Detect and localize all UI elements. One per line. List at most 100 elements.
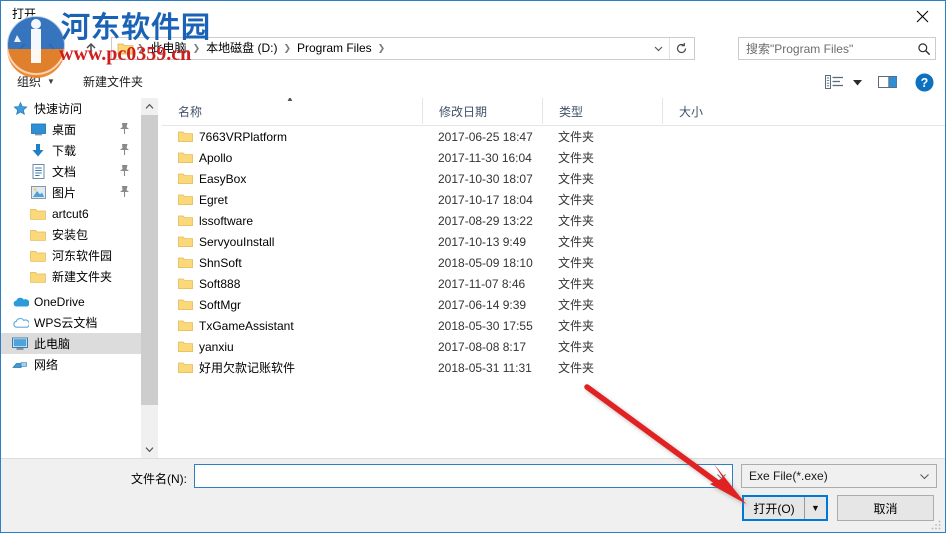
sidebar-item-label: 河东软件园	[52, 249, 113, 263]
file-name: 7663VRPlatform	[199, 129, 288, 144]
file-type: 文件夹	[558, 256, 595, 270]
folder-icon	[178, 277, 198, 290]
preview-pane-button[interactable]	[876, 70, 900, 94]
breadcrumb-item-2[interactable]: Program Files	[292, 38, 377, 59]
chevron-left-icon	[18, 43, 26, 55]
table-row[interactable]: 7663VRPlatform 2017-06-25 18:47 文件夹	[162, 126, 945, 147]
table-row[interactable]: TxGameAssistant 2018-05-30 17:55 文件夹	[162, 315, 945, 336]
dialog-title: 打开	[12, 7, 37, 21]
folder-icon	[29, 227, 47, 243]
scroll-up-button[interactable]	[141, 98, 158, 115]
sidebar-item-network[interactable]: 网络	[1, 354, 141, 375]
help-button[interactable]: ?	[911, 70, 937, 94]
folder-icon	[178, 340, 198, 353]
file-type: 文件夹	[558, 214, 595, 228]
refresh-button[interactable]	[669, 38, 692, 59]
search-box[interactable]: 搜索"Program Files"	[738, 37, 936, 60]
filename-input[interactable]	[194, 464, 733, 488]
folder-icon	[178, 193, 198, 206]
navigation-pane: 快速访问 桌面 下载 文档 图片 artcut6 安装包 河东软件园 新建文件夹…	[1, 98, 141, 458]
file-name-cell: Soft888	[178, 273, 240, 294]
column-label: 类型	[559, 104, 584, 119]
cancel-button-label: 取消	[873, 501, 898, 516]
preview-pane-icon	[878, 76, 897, 88]
file-type-filter[interactable]: Exe File(*.exe)	[741, 464, 937, 488]
sidebar-item-wps-cloud[interactable]: WPS云文档	[1, 312, 141, 333]
address-history-button[interactable]	[648, 38, 668, 59]
file-type: 文件夹	[558, 193, 595, 207]
sidebar-item-downloads[interactable]: 下载	[1, 140, 141, 161]
sidebar-item-label: 网络	[34, 358, 59, 372]
view-mode-dropdown[interactable]	[847, 70, 867, 94]
sidebar-item-artcut6[interactable]: artcut6	[1, 203, 141, 224]
sidebar-item-hedong-software[interactable]: 河东软件园	[1, 245, 141, 266]
forward-button[interactable]	[39, 37, 63, 61]
table-row[interactable]: yanxiu 2017-08-08 8:17 文件夹	[162, 336, 945, 357]
file-name: SoftMgr	[199, 297, 242, 312]
sidebar-scrollbar[interactable]	[141, 98, 159, 458]
breadcrumb-item-1[interactable]: 本地磁盘 (D:)	[201, 38, 282, 59]
resize-grip[interactable]	[930, 518, 942, 530]
column-header-size[interactable]: 大小	[662, 98, 742, 124]
chevron-down-icon	[716, 473, 726, 479]
file-name-cell: yanxiu	[178, 336, 234, 357]
sidebar-item-install-package[interactable]: 安装包	[1, 224, 141, 245]
filename-dropdown-button[interactable]	[712, 465, 730, 487]
new-folder-button[interactable]: 新建文件夹	[79, 71, 147, 92]
table-row[interactable]: Soft888 2017-11-07 8:46 文件夹	[162, 273, 945, 294]
scrollbar-thumb[interactable]	[141, 115, 158, 405]
cancel-button[interactable]: 取消	[837, 495, 934, 521]
organize-button[interactable]: 组织 ▼	[13, 71, 59, 92]
sidebar-item-label: 下载	[52, 144, 77, 158]
open-button[interactable]: 打开(O) ▼	[742, 495, 828, 521]
close-button[interactable]	[899, 1, 945, 31]
table-row[interactable]: Apollo 2017-11-30 16:04 文件夹	[162, 147, 945, 168]
sidebar-item-this-pc[interactable]: 此电脑	[1, 333, 141, 354]
folder-icon	[178, 298, 198, 311]
file-name: ServyouInstall	[199, 234, 275, 249]
search-icon	[913, 38, 935, 59]
up-button[interactable]	[79, 37, 103, 61]
breadcrumb-item-0[interactable]: 此电脑	[146, 38, 192, 59]
breadcrumb-separator: ❯	[137, 43, 145, 53]
this-pc-icon	[11, 336, 29, 352]
sidebar-item-pictures[interactable]: 图片	[1, 182, 141, 203]
table-row[interactable]: EasyBox 2017-10-30 18:07 文件夹	[162, 168, 945, 189]
table-row[interactable]: ServyouInstall 2017-10-13 9:49 文件夹	[162, 231, 945, 252]
file-type: 文件夹	[558, 235, 595, 249]
breadcrumb-separator: ❯	[283, 43, 291, 53]
sidebar-item-quick-access[interactable]: 快速访问	[1, 98, 141, 119]
address-bar[interactable]: ❯ 此电脑 ❯ 本地磁盘 (D:) ❯ Program Files ❯	[111, 37, 695, 60]
file-type: 文件夹	[558, 298, 595, 312]
table-row[interactable]: lssoftware 2017-08-29 13:22 文件夹	[162, 210, 945, 231]
table-row[interactable]: ShnSoft 2018-05-09 18:10 文件夹	[162, 252, 945, 273]
table-row[interactable]: 好用欠款记账软件 2018-05-31 11:31 文件夹	[162, 357, 945, 378]
file-date: 2017-11-30 16:04	[438, 150, 532, 165]
sidebar-item-desktop[interactable]: 桌面	[1, 119, 141, 140]
sidebar-item-label: WPS云文档	[34, 316, 98, 330]
file-name-cell: ShnSoft	[178, 252, 242, 273]
search-input[interactable]: 搜索"Program Files"	[746, 40, 913, 57]
view-mode-button[interactable]	[821, 70, 847, 94]
sidebar-item-label: 快速访问	[34, 102, 83, 116]
file-type: 文件夹	[558, 277, 595, 291]
open-dropdown-button[interactable]: ▼	[804, 497, 826, 519]
file-name-cell: TxGameAssistant	[178, 315, 294, 336]
column-header-type[interactable]: 类型	[542, 98, 662, 124]
scroll-down-button[interactable]	[141, 441, 158, 458]
sidebar-item-label: 图片	[52, 186, 77, 200]
table-row[interactable]: SoftMgr 2017-06-14 9:39 文件夹	[162, 294, 945, 315]
column-header-date-modified[interactable]: 修改日期	[422, 98, 542, 124]
title-bar: 打开	[1, 1, 945, 32]
command-bar: 组织 ▼ 新建文件夹 ?	[1, 65, 945, 99]
table-row[interactable]: Egret 2017-10-17 18:04 文件夹	[162, 189, 945, 210]
pin-icon	[119, 185, 131, 199]
file-name: 好用欠款记账软件	[199, 361, 296, 375]
file-name: TxGameAssistant	[199, 318, 294, 333]
back-button[interactable]	[11, 37, 35, 61]
sidebar-item-documents[interactable]: 文档	[1, 161, 141, 182]
sidebar-item-onedrive[interactable]: OneDrive	[1, 291, 141, 312]
column-header-name[interactable]: 名称 ▲	[162, 98, 422, 124]
sidebar-item-new-folder[interactable]: 新建文件夹	[1, 266, 141, 287]
file-name: yanxiu	[199, 339, 234, 354]
